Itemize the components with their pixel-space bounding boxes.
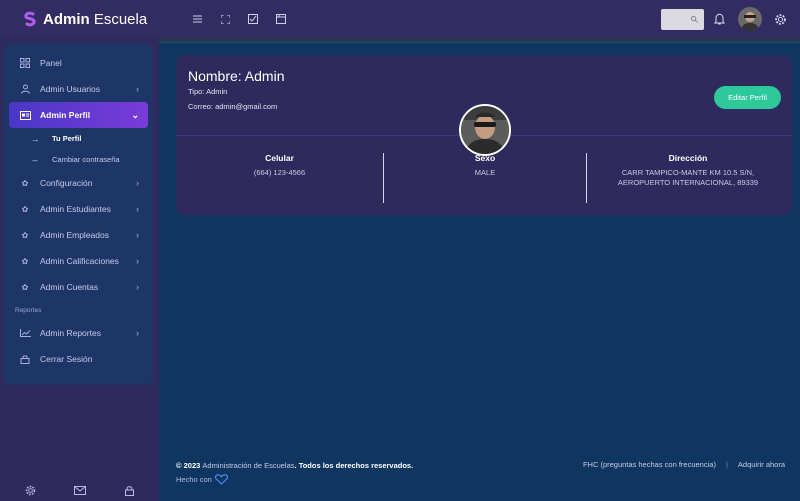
sidebar-item-estudiantes[interactable]: ✿ Admin Estudiantes › xyxy=(4,196,153,222)
direccion-line-1: CARR TAMPICO-MANTE KM 10.5 S/N, xyxy=(621,168,755,177)
brand-title-rest: Escuela xyxy=(89,10,148,28)
celular-label: Celular xyxy=(265,153,294,163)
cog-icon: ✿ xyxy=(21,178,29,188)
sidebar: Panel Admin Usuarios › Admin Perfil ⌄ → … xyxy=(4,44,153,385)
footer-copyright: © 2023 Administración de Escuelas. Todos… xyxy=(176,461,413,470)
sidebar-item-label: Admin Cuentas xyxy=(40,282,99,292)
chevron-down-icon: ⌄ xyxy=(131,109,139,120)
made-with-text: Hecho con xyxy=(176,475,212,484)
sidebar-item-cuentas[interactable]: ✿ Admin Cuentas › xyxy=(4,274,153,300)
arrow-right-icon: → xyxy=(30,133,40,144)
chevron-right-icon: › xyxy=(136,256,139,266)
sidebar-item-empleados[interactable]: ✿ Admin Empleados › xyxy=(4,222,153,248)
profile-card: Nombre: Admin Tipo: Admin Correo: admin@… xyxy=(176,55,792,215)
sidebar-subitem-label: Tu Perfil xyxy=(52,134,82,143)
sidebar-item-reportes[interactable]: Admin Reportes › xyxy=(4,320,153,346)
page-header-divider xyxy=(159,42,800,46)
footer-separator: | xyxy=(725,460,728,469)
sidebar-item-calificaciones[interactable]: ✿ Admin Calificaciones › xyxy=(4,248,153,274)
sidebar-heading-reportes: Reportes xyxy=(15,306,42,314)
chevron-right-icon: › xyxy=(136,328,139,338)
sidebar-item-label: Configuración xyxy=(40,178,93,188)
sexo-label: Sexo xyxy=(474,153,496,163)
brand-logo-icon xyxy=(24,11,36,27)
sexo-value: MALE xyxy=(474,168,496,177)
menu-icon[interactable] xyxy=(183,9,211,29)
sidebar-item-label: Admin Calificaciones xyxy=(40,256,119,266)
lock-icon[interactable] xyxy=(124,485,134,496)
dashboard-grid-icon xyxy=(19,58,31,68)
user-avatar[interactable] xyxy=(738,7,762,31)
heart-icon xyxy=(214,474,228,485)
settings-gear-icon[interactable] xyxy=(774,13,788,26)
sidebar-item-configuracion[interactable]: ✿ Configuración › xyxy=(4,170,153,196)
settings-icon[interactable] xyxy=(25,485,36,496)
copyright-prefix: © 2023 xyxy=(176,461,203,470)
copyright-suffix: . Todos los derechos reservados. xyxy=(294,461,414,470)
nav-tools xyxy=(183,9,295,29)
main-content: Nombre: Admin Tipo: Admin Correo: admin@… xyxy=(159,38,800,501)
sidebar-item-usuarios[interactable]: Admin Usuarios › xyxy=(4,76,153,102)
window-icon[interactable] xyxy=(267,9,295,29)
bar-chart-icon xyxy=(19,329,31,337)
nav-right xyxy=(661,0,788,38)
cog-icon: ✿ xyxy=(21,204,29,214)
fullscreen-icon[interactable] xyxy=(211,9,239,29)
sidebar-subitem-tu-perfil[interactable]: → Tu Perfil xyxy=(4,128,153,149)
profile-email: Correo: admin@gmail.com xyxy=(188,102,278,111)
info-celular: Celular (664) 123-4566 xyxy=(176,153,383,178)
cog-icon: ✿ xyxy=(21,230,29,240)
sidebar-item-label: Admin Usuarios xyxy=(40,84,100,94)
sidebar-item-label: Admin Reportes xyxy=(40,328,101,338)
sidebar-item-label: Admin Perfil xyxy=(40,110,91,120)
chevron-right-icon: › xyxy=(136,84,139,94)
chevron-right-icon: › xyxy=(136,230,139,240)
top-navbar: Admin Escuela xyxy=(0,0,800,38)
profile-type: Tipo: Admin xyxy=(188,87,228,96)
sidebar-item-label: Admin Estudiantes xyxy=(40,204,111,214)
checklist-icon[interactable] xyxy=(239,9,267,29)
sidebar-item-panel[interactable]: Panel xyxy=(4,50,153,76)
brand-title-bold: Admin xyxy=(43,10,90,28)
direccion-value: CARR TAMPICO-MANTE KM 10.5 S/N, AEROPUER… xyxy=(587,168,789,188)
search-input[interactable] xyxy=(661,8,704,30)
chevron-right-icon: › xyxy=(136,204,139,214)
sidebar-bottom-bar xyxy=(0,480,159,501)
direccion-label: Dirección xyxy=(668,153,708,163)
lock-icon xyxy=(19,354,31,364)
sidebar-item-cerrar-sesion[interactable]: Cerrar Sesión xyxy=(4,346,153,372)
direccion-line-2: AEROPUERTO INTERNACIONAL, 89339 xyxy=(617,178,759,187)
brand-title: Admin Escuela xyxy=(43,11,147,28)
buy-now-link[interactable]: Adquirir ahora xyxy=(738,460,785,469)
profile-card-icon xyxy=(19,110,31,120)
sidebar-subitem-label: Cambiar contraseña xyxy=(52,155,120,164)
copyright-link[interactable]: Administración de Escuelas xyxy=(202,461,294,470)
celular-value: (664) 123-4566 xyxy=(253,168,306,177)
sidebar-item-label: Cerrar Sesión xyxy=(40,354,93,364)
sidebar-item-perfil[interactable]: Admin Perfil ⌄ xyxy=(9,102,148,128)
info-direccion: Dirección CARR TAMPICO-MANTE KM 10.5 S/N… xyxy=(587,153,789,188)
profile-name: Nombre: Admin xyxy=(188,68,285,84)
notification-bell-icon[interactable] xyxy=(714,13,728,25)
sidebar-subitem-cambiar-contrasena[interactable]: – Cambiar contraseña xyxy=(4,149,153,170)
chevron-right-icon: › xyxy=(136,178,139,188)
sidebar-item-label: Panel xyxy=(40,58,62,68)
chevron-right-icon: › xyxy=(136,282,139,292)
sidebar-item-label: Admin Empleados xyxy=(40,230,109,240)
cog-icon: ✿ xyxy=(21,282,29,292)
search-icon xyxy=(691,15,698,23)
info-sexo: Sexo MALE xyxy=(384,153,586,178)
profile-avatar xyxy=(459,104,511,156)
brand[interactable]: Admin Escuela xyxy=(0,0,159,38)
footer-links: FHC (preguntas hechas con frecuencia) | … xyxy=(583,460,785,469)
edit-profile-button[interactable]: Editar Perfil xyxy=(714,86,781,109)
user-icon xyxy=(19,84,31,94)
footer-made-with: Hecho con xyxy=(176,474,228,485)
cog-icon: ✿ xyxy=(21,256,29,266)
faq-link[interactable]: FHC (preguntas hechas con frecuencia) xyxy=(583,460,716,469)
mail-icon[interactable] xyxy=(74,486,87,495)
dash-icon: – xyxy=(32,154,38,165)
